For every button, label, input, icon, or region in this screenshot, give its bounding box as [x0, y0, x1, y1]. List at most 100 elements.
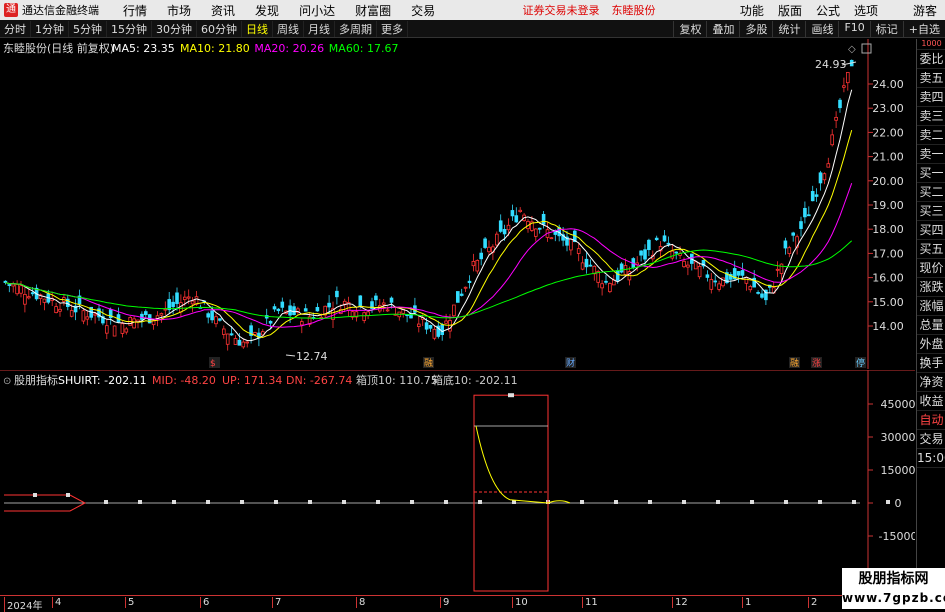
toolbar-button[interactable]: 多股 [739, 20, 772, 37]
date-tick: 6 [200, 597, 209, 608]
panel-item[interactable]: 现价 [917, 259, 945, 278]
panel-item[interactable]: 卖五 [917, 69, 945, 88]
date-tick: 8 [356, 597, 365, 608]
price-tick-label: 23.00 [872, 102, 904, 115]
period-tab[interactable]: 5分钟 [69, 20, 107, 37]
indicator-value: 箱顶10: 110.75 [356, 373, 438, 387]
box-dot [206, 500, 210, 504]
candle [112, 325, 117, 337]
right-menu-item[interactable]: 选项 [854, 2, 878, 19]
box-dot [852, 500, 856, 504]
candle [549, 237, 554, 240]
ma-label: MA20: 20.26 [254, 42, 324, 55]
panel-item[interactable]: 涨幅 [917, 297, 945, 316]
toolbar-button[interactable]: 标记 [869, 20, 903, 37]
panel-item[interactable]: 换手 [917, 354, 945, 373]
price-tick-label: 19.00 [872, 199, 904, 212]
box-dot [342, 500, 346, 504]
right-menu-item[interactable]: 公式 [816, 2, 840, 19]
period-tab[interactable]: 多周期 [335, 20, 377, 37]
event-marker[interactable]: $ [210, 359, 216, 369]
period-tab[interactable]: 1分钟 [31, 20, 69, 37]
candle [608, 282, 612, 294]
panel-item[interactable]: 卖二 [917, 126, 945, 145]
indicator-chart[interactable]: ⊙ 股朋指标 SHUIRT: -202.11 MID: -48.20 UP: 171.3… [0, 370, 915, 595]
right-menu-item[interactable]: 版面 [778, 2, 802, 19]
panel-item[interactable]: 涨跌 [917, 278, 945, 297]
date-tick: 11 [582, 597, 598, 608]
price-tick-label: 20.00 [872, 175, 904, 188]
indicator-value: MID: -48.20 [152, 374, 216, 387]
candle [483, 237, 487, 249]
box-dot [750, 500, 754, 504]
panel-item[interactable]: 买五 [917, 240, 945, 259]
date-tick: 1 [742, 597, 751, 608]
ma-label: MA10: 21.80 [180, 42, 250, 55]
menu-item[interactable]: 行情 [123, 2, 147, 19]
trade-login-warning[interactable]: 证券交易未登录 [523, 2, 600, 18]
app-title: 通达信金融终端 [22, 4, 99, 17]
period-tab[interactable]: 30分钟 [152, 20, 197, 37]
panel-item[interactable]: 买四 [917, 221, 945, 240]
candle [452, 304, 456, 318]
panel-header: 1000 [917, 39, 945, 50]
box-dot [580, 500, 584, 504]
right-menu-item[interactable]: 功能 [740, 2, 764, 19]
panel-item[interactable]: 交易 [917, 430, 945, 449]
panel-item[interactable]: 净资 [917, 373, 945, 392]
period-tab[interactable]: 更多 [377, 20, 408, 37]
date-axis: 2024年 4 5 6 7 8 9 10 11 12 1 2 [0, 595, 915, 612]
panel-item[interactable]: 收益 [917, 392, 945, 411]
date-tick: 9 [440, 597, 449, 608]
toolbar-button[interactable]: F10 [838, 20, 869, 37]
event-marker[interactable]: 融 [424, 358, 433, 369]
panel-item[interactable]: 外盘 [917, 335, 945, 354]
panel-item[interactable]: 买一 [917, 164, 945, 183]
menu-item[interactable]: 市场 [167, 2, 191, 19]
event-marker[interactable]: 财 [566, 357, 575, 369]
kline-chart[interactable]: 东睦股份(日线 前复权)MA5: 23.35 MA10: 21.80 MA20: 2… [0, 39, 915, 369]
box-dot [66, 493, 70, 497]
candle [619, 262, 624, 274]
menu-item[interactable]: 交易 [411, 2, 435, 19]
event-marker[interactable]: 涨 [812, 358, 821, 369]
event-marker[interactable]: 融 [790, 358, 799, 369]
low-price-label: 12.74 [296, 350, 328, 363]
period-tab[interactable]: 15分钟 [107, 20, 152, 37]
event-marker[interactable]: 停 [856, 357, 865, 369]
period-tab[interactable]: 月线 [304, 20, 335, 37]
guest-label[interactable]: 游客 [913, 2, 937, 19]
panel-item[interactable]: 买二 [917, 183, 945, 202]
toolbar-button[interactable]: 统计 [772, 20, 805, 37]
toolbar-button[interactable]: +自选 [902, 20, 945, 37]
panel-item[interactable]: 15:00 [917, 449, 945, 468]
panel-item[interactable]: 自动 [917, 411, 945, 430]
box-dot [444, 500, 448, 504]
period-tab[interactable]: 日线 [242, 20, 273, 37]
menu-item[interactable]: 资讯 [211, 2, 235, 19]
box-dot [508, 393, 514, 398]
panel-item[interactable]: 委比 [917, 50, 945, 69]
toolbar-button[interactable]: 画线 [805, 20, 838, 37]
menu-item[interactable]: 问小达 [299, 2, 335, 19]
toolbar-button[interactable]: 复权 [673, 20, 706, 37]
period-tab[interactable]: 分时 [0, 20, 31, 37]
panel-item[interactable]: 买三 [917, 202, 945, 221]
diamond-icon[interactable]: ◇ [848, 44, 856, 55]
watermark-title: 股朋指标网 [858, 571, 929, 587]
period-tab[interactable]: 周线 [273, 20, 304, 37]
panel-item[interactable]: 卖四 [917, 88, 945, 107]
date-tick: 2 [808, 597, 817, 608]
box-dot [138, 500, 142, 504]
app-logo-icon: 通 [4, 3, 18, 17]
menu-item[interactable]: 发现 [255, 2, 279, 19]
panel-item[interactable]: 卖一 [917, 145, 945, 164]
indicator-settings-icon[interactable]: ⊙ [3, 376, 11, 387]
toolbar-button[interactable]: 叠加 [706, 20, 739, 37]
panel-item[interactable]: 卖三 [917, 107, 945, 126]
period-tab[interactable]: 60分钟 [197, 20, 242, 37]
panel-item[interactable]: 总量 [917, 316, 945, 335]
menu-item[interactable]: 财富圈 [355, 2, 391, 19]
box-dot [308, 500, 312, 504]
indicator-tick-label: 0 [895, 497, 902, 510]
